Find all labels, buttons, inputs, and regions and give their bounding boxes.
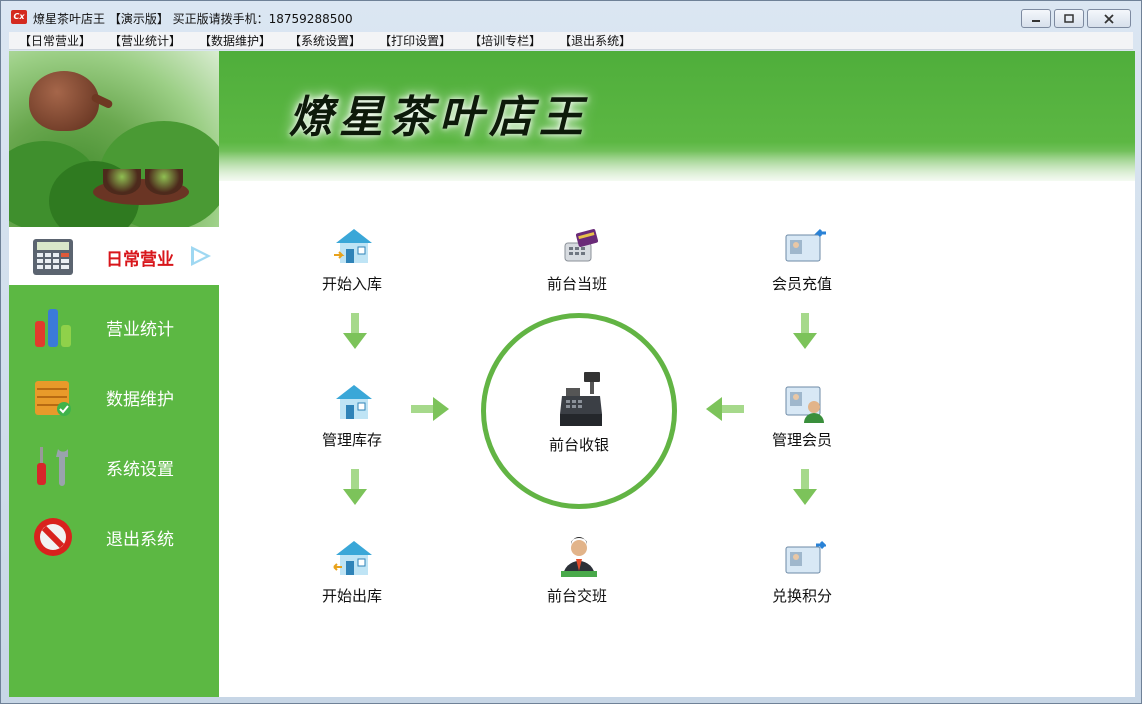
maximize-button[interactable] xyxy=(1054,9,1084,28)
house-in-icon xyxy=(334,229,372,263)
tools-icon xyxy=(37,447,68,486)
sidebar-item-daily-business[interactable]: 日常营业 xyxy=(9,229,219,285)
house-icon xyxy=(336,385,372,419)
app-window: Cx 燎星茶叶店王 【演示版】 买正版请拨手机：18759288500 【日常营… xyxy=(0,0,1142,704)
close-button[interactable] xyxy=(1087,9,1131,28)
start-stock-out-button[interactable]: 开始出库 xyxy=(292,537,412,607)
sidebar-item-label: 数据维护 xyxy=(106,389,174,410)
flow-arrow-down-icon xyxy=(343,313,367,349)
tea-cup-image xyxy=(145,169,183,195)
start-stock-in-label: 开始入库 xyxy=(321,275,382,293)
menu-training[interactable]: 【培训专栏】 xyxy=(459,32,549,49)
menu-bar: 【日常营业】 【营业统计】 【数据维护】 【系统设置】 【打印设置】 【培训专栏… xyxy=(9,32,1133,50)
manage-stock-button[interactable]: 管理库存 xyxy=(292,381,412,451)
tea-photo xyxy=(9,51,219,227)
menu-daily-business[interactable]: 【日常营业】 xyxy=(9,32,99,49)
tea-cup-image xyxy=(103,169,141,195)
crate-icon xyxy=(35,381,71,416)
sidebar-item-label: 日常营业 xyxy=(106,249,174,270)
menu-print-settings[interactable]: 【打印设置】 xyxy=(369,32,459,49)
front-handover-label: 前台交班 xyxy=(546,587,607,605)
card-reader-icon xyxy=(564,229,599,262)
menu-data-maintenance[interactable]: 【数据维护】 xyxy=(189,32,279,49)
sidebar-item-data-maintenance[interactable]: 数据维护 xyxy=(9,369,219,425)
menu-system-settings[interactable]: 【系统设置】 xyxy=(279,32,369,49)
app-logo-icon: Cx xyxy=(11,10,27,24)
window-controls xyxy=(1021,9,1131,28)
window-title: 燎星茶叶店王 【演示版】 买正版请拨手机：18759288500 xyxy=(33,12,353,26)
maximize-icon xyxy=(1064,13,1074,23)
cashier-person-icon xyxy=(561,537,597,577)
front-on-duty-button[interactable]: 前台当班 xyxy=(517,225,637,295)
member-card-out-icon xyxy=(785,540,826,574)
flow-arrow-down-icon xyxy=(793,313,817,349)
banner-fade xyxy=(219,151,1135,181)
main-client-area: 燎星茶叶店王 日常营业 营业统计 数据维护 系统设置 退出系统 开始入库 管理库… xyxy=(9,51,1135,697)
front-on-duty-label: 前台当班 xyxy=(546,275,607,293)
sidebar-item-label: 营业统计 xyxy=(106,319,174,340)
menu-exit-system[interactable]: 【退出系统】 xyxy=(549,32,639,49)
sidebar-item-label: 系统设置 xyxy=(106,459,174,480)
sidebar-item-business-stats[interactable]: 营业统计 xyxy=(9,299,219,355)
bar-chart-icon xyxy=(35,309,71,347)
cash-register-icon xyxy=(560,372,602,426)
banner-title: 燎星茶叶店王 xyxy=(289,92,589,143)
flow-arrow-left-icon xyxy=(706,397,744,421)
manage-stock-label: 管理库存 xyxy=(321,431,382,449)
front-cashier-label: 前台收银 xyxy=(548,436,609,454)
member-card-icon xyxy=(785,386,824,423)
front-handover-button[interactable]: 前台交班 xyxy=(517,537,637,607)
redeem-points-button[interactable]: 兑换积分 xyxy=(742,537,862,607)
member-recharge-button[interactable]: 会员充值 xyxy=(742,225,862,295)
member-card-in-icon xyxy=(785,228,826,262)
manage-members-label: 管理会员 xyxy=(771,431,832,449)
start-stock-in-button[interactable]: 开始入库 xyxy=(292,225,412,295)
menu-business-stats[interactable]: 【营业统计】 xyxy=(99,32,189,49)
close-icon xyxy=(1104,13,1114,24)
flow-arrow-down-icon xyxy=(343,469,367,505)
calculator-icon xyxy=(33,239,73,275)
house-out-icon xyxy=(333,541,372,575)
sidebar: 日常营业 营业统计 数据维护 系统设置 退出系统 xyxy=(9,51,219,697)
minimize-icon xyxy=(1032,19,1040,22)
no-entry-icon xyxy=(34,518,72,556)
minimize-button[interactable] xyxy=(1021,9,1051,28)
flow-arrow-down-icon xyxy=(793,469,817,505)
sidebar-item-system-settings[interactable]: 系统设置 xyxy=(9,439,219,495)
header-banner: 燎星茶叶店王 xyxy=(219,51,1135,181)
teapot-image xyxy=(29,71,99,131)
flow-arrow-right-icon xyxy=(411,397,449,421)
start-stock-out-label: 开始出库 xyxy=(321,587,382,605)
title-bar[interactable]: Cx 燎星茶叶店王 【演示版】 买正版请拨手机：18759288500 xyxy=(1,1,1141,31)
sidebar-item-exit-system[interactable]: 退出系统 xyxy=(9,509,219,565)
front-cashier-button[interactable]: 前台收银 xyxy=(481,313,677,509)
redeem-points-label: 兑换积分 xyxy=(771,587,832,605)
manage-members-button[interactable]: 管理会员 xyxy=(742,381,862,451)
member-recharge-label: 会员充值 xyxy=(771,275,832,293)
sidebar-item-label: 退出系统 xyxy=(106,529,174,550)
